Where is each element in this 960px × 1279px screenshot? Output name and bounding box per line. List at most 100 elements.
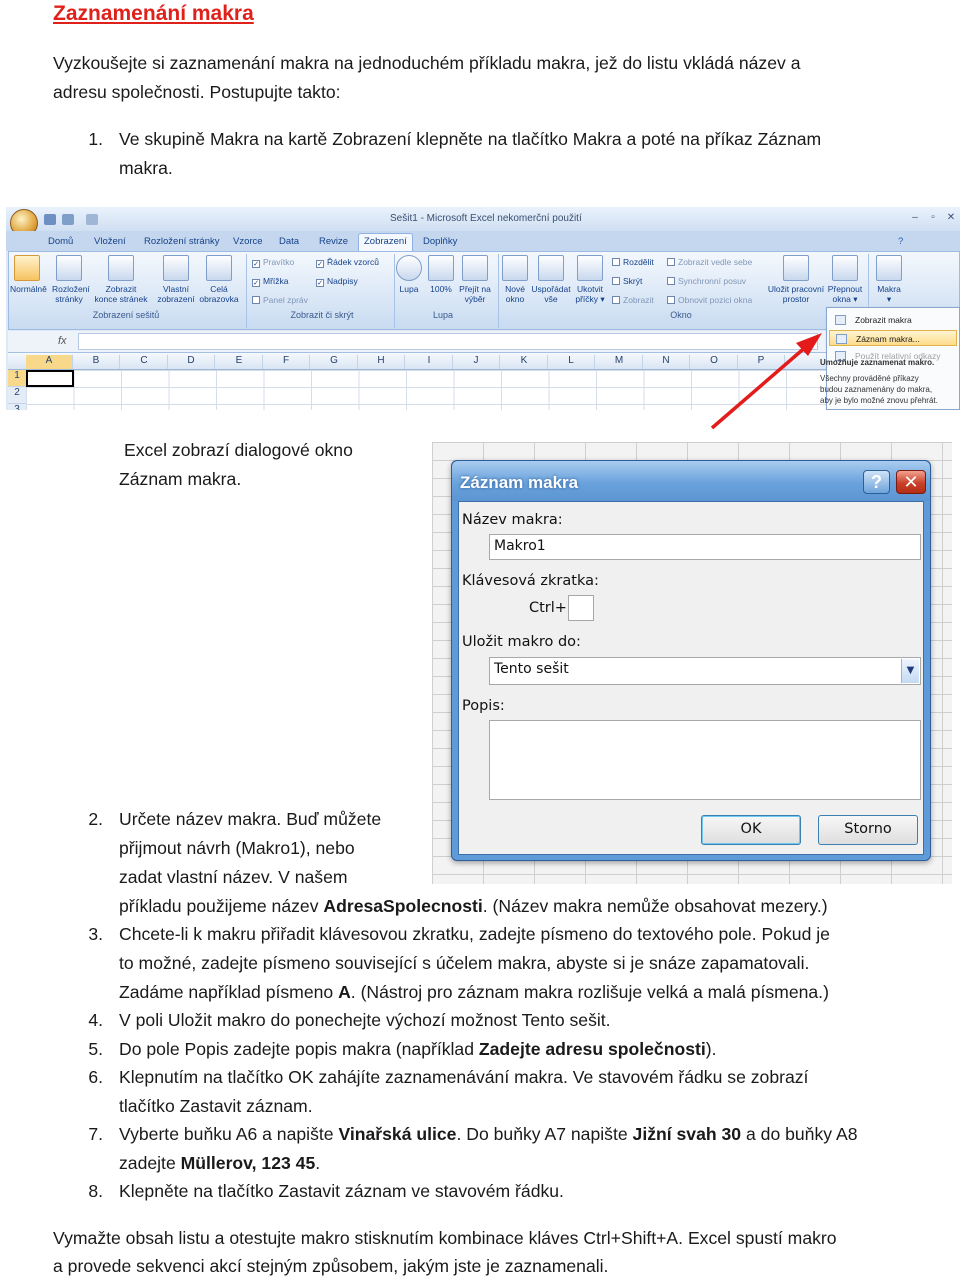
save-icon[interactable] xyxy=(44,214,56,225)
maximize-icon[interactable]: ▫ xyxy=(926,212,940,224)
button-label: Přejít na xyxy=(459,284,491,294)
zoom-selection-button[interactable]: Přejít na výběr xyxy=(456,255,494,304)
button-label: prostor xyxy=(782,294,810,304)
arrange-icon xyxy=(538,255,564,281)
tab-domu[interactable]: Domů xyxy=(48,236,73,247)
tooltip-line: Všechny prováděné příkazy xyxy=(820,374,919,383)
macros-icon xyxy=(876,255,902,281)
description-textarea[interactable] xyxy=(489,720,921,800)
check-ruler[interactable]: ✓ Pravítko xyxy=(252,257,294,268)
tab-vlozeni[interactable]: Vložení xyxy=(94,236,126,247)
switch-windows-button[interactable]: Přepnout okna ▾ xyxy=(826,255,864,304)
formula-input[interactable] xyxy=(78,333,818,350)
selected-cell[interactable] xyxy=(26,370,74,387)
redo-icon[interactable] xyxy=(86,214,98,225)
hide-button[interactable]: Skrýt xyxy=(612,276,642,286)
close-icon[interactable]: ✕ xyxy=(944,212,958,224)
text-run: Do pole Popis zadejte popis makra (napří… xyxy=(119,1039,479,1059)
macros-button[interactable]: Makra ▾ xyxy=(872,255,906,304)
column-header[interactable]: D xyxy=(168,355,215,369)
zoom-button[interactable]: Lupa xyxy=(392,255,426,294)
zoom-100-button[interactable]: 100% xyxy=(424,255,458,294)
button-label: Ukotvit xyxy=(577,284,603,294)
step-text: tlačítko Zastavit záznam. xyxy=(119,1096,313,1116)
split-button[interactable]: Rozdělit xyxy=(612,257,654,267)
column-header[interactable]: I xyxy=(406,355,453,369)
text-run: příkladu použijeme název xyxy=(119,896,324,916)
button-label: výběr xyxy=(464,294,486,304)
column-header[interactable]: P xyxy=(738,355,785,369)
column-header[interactable]: F xyxy=(263,355,310,369)
column-header[interactable]: A xyxy=(26,355,73,369)
button-label: ▾ xyxy=(886,294,892,304)
full-screen-button[interactable]: Celá obrazovka xyxy=(198,255,240,304)
store-in-select[interactable]: Tento sešit ▼ xyxy=(489,657,921,685)
row-header[interactable]: 1 xyxy=(8,370,26,387)
macro-name-input[interactable]: Makro1 xyxy=(489,534,921,560)
check-formula-bar[interactable]: ✓ Řádek vzorců xyxy=(316,257,379,268)
row-header[interactable]: 2 xyxy=(8,387,26,404)
tab-vzorce[interactable]: Vzorce xyxy=(233,236,263,247)
column-header[interactable]: L xyxy=(548,355,595,369)
check-message-bar[interactable]: Panel zpráv xyxy=(252,295,308,305)
new-window-button[interactable]: Nové okno xyxy=(498,255,532,304)
page-break-button[interactable]: Zobrazit konce stránek xyxy=(94,255,148,304)
step-text: Klepněte na tlačítko Zastavit záznam ve … xyxy=(119,1181,564,1201)
column-header[interactable]: K xyxy=(501,355,548,369)
check-gridlines[interactable]: ✓ Mřížka xyxy=(252,276,289,287)
button-label: Synchronní posuv xyxy=(678,276,747,286)
column-header[interactable]: N xyxy=(643,355,690,369)
column-header[interactable]: E xyxy=(216,355,263,369)
close-icon[interactable]: ✕ xyxy=(896,470,926,494)
reset-position-button[interactable]: Obnovit pozici okna xyxy=(667,295,752,305)
custom-views-button[interactable]: Vlastní zobrazení xyxy=(156,255,196,304)
check-label: Řádek vzorců xyxy=(327,257,379,267)
sync-scroll-button[interactable]: Synchronní posuv xyxy=(667,276,746,286)
undo-icon[interactable] xyxy=(62,214,74,225)
column-header[interactable]: C xyxy=(121,355,168,369)
tab-rozlozeni[interactable]: Rozložení stránky xyxy=(144,236,220,247)
column-header[interactable]: H xyxy=(358,355,405,369)
page-layout-button[interactable]: Rozložení stránky xyxy=(52,255,90,304)
normal-view-button[interactable]: Normálně xyxy=(10,255,47,294)
workspace-icon xyxy=(783,255,809,281)
chevron-down-icon[interactable]: ▼ xyxy=(901,659,919,683)
side-by-side-button[interactable]: Zobrazit vedle sebe xyxy=(667,257,752,267)
row-header[interactable]: 3 xyxy=(8,404,26,410)
group-label: Zobrazit či skrýt xyxy=(290,310,354,320)
ctrl-label: Ctrl+ xyxy=(529,600,567,616)
minimize-icon[interactable]: – xyxy=(908,212,922,224)
check-headings[interactable]: ✓ Nadpisy xyxy=(316,276,358,287)
full-screen-icon xyxy=(206,255,232,281)
column-header[interactable]: O xyxy=(691,355,738,369)
tab-revize[interactable]: Revize xyxy=(319,236,348,247)
unhide-icon xyxy=(612,296,620,304)
menu-item-record-macro[interactable]: Záznam makra... xyxy=(829,330,957,346)
help-icon[interactable]: ? xyxy=(898,236,903,247)
step-text: Do pole Popis zadejte popis makra (napří… xyxy=(119,1035,909,1064)
step-number: 6. xyxy=(88,1067,103,1087)
help-icon[interactable]: ? xyxy=(863,470,890,494)
text-run: Vyberte buňku A6 a napište xyxy=(119,1124,339,1144)
step-4: 4. V poli Uložit makro do ponechejte výc… xyxy=(0,1006,960,1035)
ribbon-tabs: Domů Vložení Rozložení stránky Vzorce Da… xyxy=(6,231,960,251)
menu-item-view-macros[interactable]: Zobrazit makra xyxy=(829,312,957,328)
freeze-icon xyxy=(577,255,603,281)
column-header[interactable]: M xyxy=(596,355,643,369)
arrange-all-button[interactable]: Uspořádat vše xyxy=(530,255,572,304)
tab-zobrazeni[interactable]: Zobrazení xyxy=(358,233,413,251)
unhide-button[interactable]: Zobrazit xyxy=(612,295,654,305)
magnifier-icon xyxy=(396,255,422,281)
tab-doplnky[interactable]: Doplňky xyxy=(423,236,457,247)
step-number: 8. xyxy=(88,1181,103,1201)
column-header[interactable]: J xyxy=(453,355,500,369)
tab-data[interactable]: Data xyxy=(279,236,299,247)
step-number: 4. xyxy=(88,1010,103,1030)
freeze-panes-button[interactable]: Ukotvit příčky ▾ xyxy=(572,255,608,304)
save-workspace-button[interactable]: Uložit pracovní prostor xyxy=(766,255,826,304)
column-header[interactable]: B xyxy=(73,355,120,369)
shortcut-input[interactable] xyxy=(568,595,594,621)
column-header[interactable]: G xyxy=(311,355,358,369)
step-3: 3. Chcete-li k makru přiřadit klávesovou… xyxy=(0,920,960,1007)
dialog-title: Záznam makra xyxy=(460,473,579,492)
